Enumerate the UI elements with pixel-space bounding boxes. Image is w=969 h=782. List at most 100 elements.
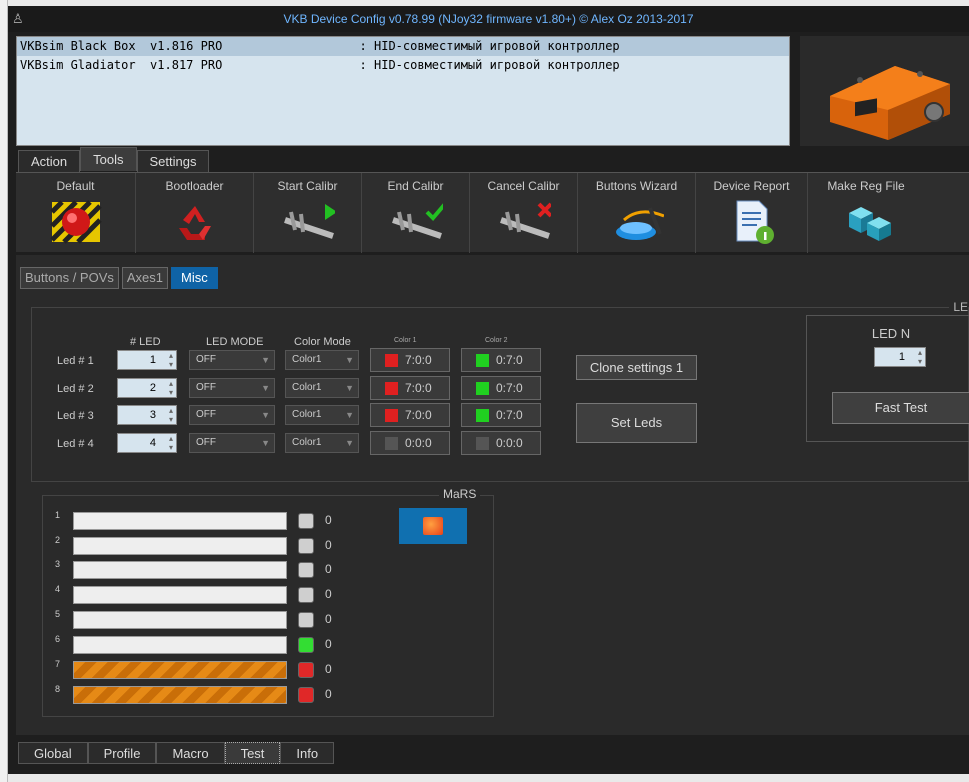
cancel-calibr-button[interactable]: Cancel Calibr	[470, 173, 578, 253]
led-row-label: Led # 3	[57, 410, 94, 422]
mars-bar	[73, 611, 287, 629]
color1-button[interactable]: 7:0:0	[370, 376, 450, 400]
mars-row-number: 3	[55, 559, 61, 569]
clone-settings-button[interactable]: Clone settings 1	[576, 355, 697, 380]
wizard-button-icon	[610, 199, 664, 245]
mars-bar	[73, 561, 287, 579]
make-reg-file-label: Make Reg File	[827, 179, 905, 193]
color2-button[interactable]: 0:7:0	[461, 348, 541, 372]
fast-test-button[interactable]: Fast Test	[832, 392, 969, 424]
tab-misc[interactable]: Misc	[171, 267, 218, 289]
default-button[interactable]: Default	[16, 173, 136, 253]
tab-action[interactable]: Action	[18, 150, 81, 172]
tools-toolbar: Default Bootloader Start Calibr End Cali…	[16, 172, 969, 253]
main-window: VKBsim Black Box v1.816 PRO : HID-совмес…	[8, 32, 969, 774]
tab-axes1[interactable]: Axes1	[121, 267, 169, 289]
led-n-panel: LED N 1 Fast Test	[806, 315, 969, 442]
mars-bar	[73, 586, 287, 604]
color2-button[interactable]: 0:0:0	[461, 431, 541, 455]
tab-global[interactable]: Global	[18, 742, 88, 764]
led-n-spinner[interactable]: 1	[874, 347, 926, 367]
led-square-icon	[423, 517, 443, 535]
tab-profile[interactable]: Profile	[87, 742, 157, 764]
make-reg-file-button[interactable]: Make Reg File	[808, 173, 924, 253]
mars-value: 0	[325, 662, 332, 676]
cancel-calibr-label: Cancel Calibr	[487, 179, 560, 193]
mars-row-number: 5	[55, 609, 61, 619]
mars-led-button[interactable]	[399, 508, 467, 544]
color-mode-dropdown[interactable]: Color1	[285, 405, 359, 425]
tab-info[interactable]: Info	[280, 742, 335, 764]
tab-tools[interactable]: Tools	[80, 147, 137, 171]
mars-row-number: 8	[55, 684, 61, 694]
mars-value: 0	[325, 587, 332, 601]
mars-value: 0	[325, 637, 332, 651]
set-leds-button[interactable]: Set Leds	[576, 403, 697, 443]
color2-value: 0:7:0	[496, 408, 523, 422]
led-mode-dropdown[interactable]: OFF	[189, 350, 275, 370]
led-row-label: Led # 1	[57, 355, 94, 367]
led-number-spinner[interactable]: 1	[117, 350, 177, 370]
header-color2: Color 2	[485, 337, 508, 344]
mars-value: 0	[325, 562, 332, 576]
bootloader-button[interactable]: Bootloader	[136, 173, 254, 253]
mars-indicator	[298, 587, 314, 603]
color2-swatch	[476, 382, 489, 395]
color2-swatch	[476, 354, 489, 367]
mars-indicator	[298, 562, 314, 578]
led-number-spinner[interactable]: 3	[117, 405, 177, 425]
header-led-mode: LED MODE	[206, 336, 264, 348]
end-calibr-label: End Calibr	[387, 179, 444, 193]
device-row[interactable]: VKBsim Gladiator v1.817 PRO : HID-совмес…	[17, 56, 789, 75]
led-mode-dropdown[interactable]: OFF	[189, 378, 275, 398]
led-row-label: Led # 4	[57, 438, 94, 450]
mars-indicator	[298, 513, 314, 529]
start-calibr-label: Start Calibr	[277, 179, 338, 193]
color1-value: 7:0:0	[405, 408, 432, 422]
end-calibr-button[interactable]: End Calibr	[362, 173, 470, 253]
color2-value: 0:7:0	[496, 381, 523, 395]
cubes-icon	[839, 199, 893, 245]
mars-group: MaRS 1 0 2 0 3 0 4 0 5 0 6 0 7 0 8 0	[42, 487, 494, 717]
mars-indicator	[298, 538, 314, 554]
led-mode-dropdown[interactable]: OFF	[189, 433, 275, 453]
buttons-wizard-button[interactable]: Buttons Wizard	[578, 173, 696, 253]
start-calibr-button[interactable]: Start Calibr	[254, 173, 362, 253]
color2-button[interactable]: 0:7:0	[461, 376, 541, 400]
mars-title: MaRS	[439, 487, 481, 501]
color1-button[interactable]: 0:0:0	[370, 431, 450, 455]
mars-bar	[73, 537, 287, 555]
red-button-icon	[49, 199, 103, 245]
device-report-button[interactable]: Device Report	[696, 173, 808, 253]
led-number-spinner[interactable]: 4	[117, 433, 177, 453]
color2-value: 0:7:0	[496, 353, 523, 367]
color-mode-dropdown[interactable]: Color1	[285, 378, 359, 398]
buttons-wizard-label: Buttons Wizard	[595, 179, 678, 193]
tab-buttons-povs[interactable]: Buttons / POVs	[20, 267, 119, 289]
led-group-label: LE	[949, 300, 968, 314]
joystick-icon: ♙	[12, 11, 24, 26]
color2-button[interactable]: 0:7:0	[461, 403, 541, 427]
tab-macro[interactable]: Macro	[156, 742, 225, 764]
caliper-check-icon	[389, 199, 443, 245]
color2-value: 0:0:0	[496, 436, 523, 450]
color-mode-dropdown[interactable]: Color1	[285, 433, 359, 453]
led-row-label: Led # 2	[57, 383, 94, 395]
mars-row-number: 7	[55, 659, 61, 669]
title-bar[interactable]: ♙ VKB Device Config v0.78.99 (NJoy32 fir…	[8, 6, 969, 32]
device-list[interactable]: VKBsim Black Box v1.816 PRO : HID-совмес…	[16, 36, 790, 146]
device-image	[800, 36, 969, 146]
device-row[interactable]: VKBsim Black Box v1.816 PRO : HID-совмес…	[17, 37, 789, 56]
led-number-spinner[interactable]: 2	[117, 378, 177, 398]
mars-row-number: 1	[55, 510, 61, 520]
color-mode-dropdown[interactable]: Color1	[285, 350, 359, 370]
color1-button[interactable]: 7:0:0	[370, 348, 450, 372]
color1-swatch	[385, 354, 398, 367]
color1-button[interactable]: 7:0:0	[370, 403, 450, 427]
led-grid: # LED LED MODE Color Mode Color 1 Color …	[24, 307, 794, 487]
mars-indicator	[298, 662, 314, 678]
color1-value: 7:0:0	[405, 381, 432, 395]
tab-test[interactable]: Test	[224, 742, 281, 764]
led-mode-dropdown[interactable]: OFF	[189, 405, 275, 425]
tab-settings[interactable]: Settings	[136, 150, 210, 172]
